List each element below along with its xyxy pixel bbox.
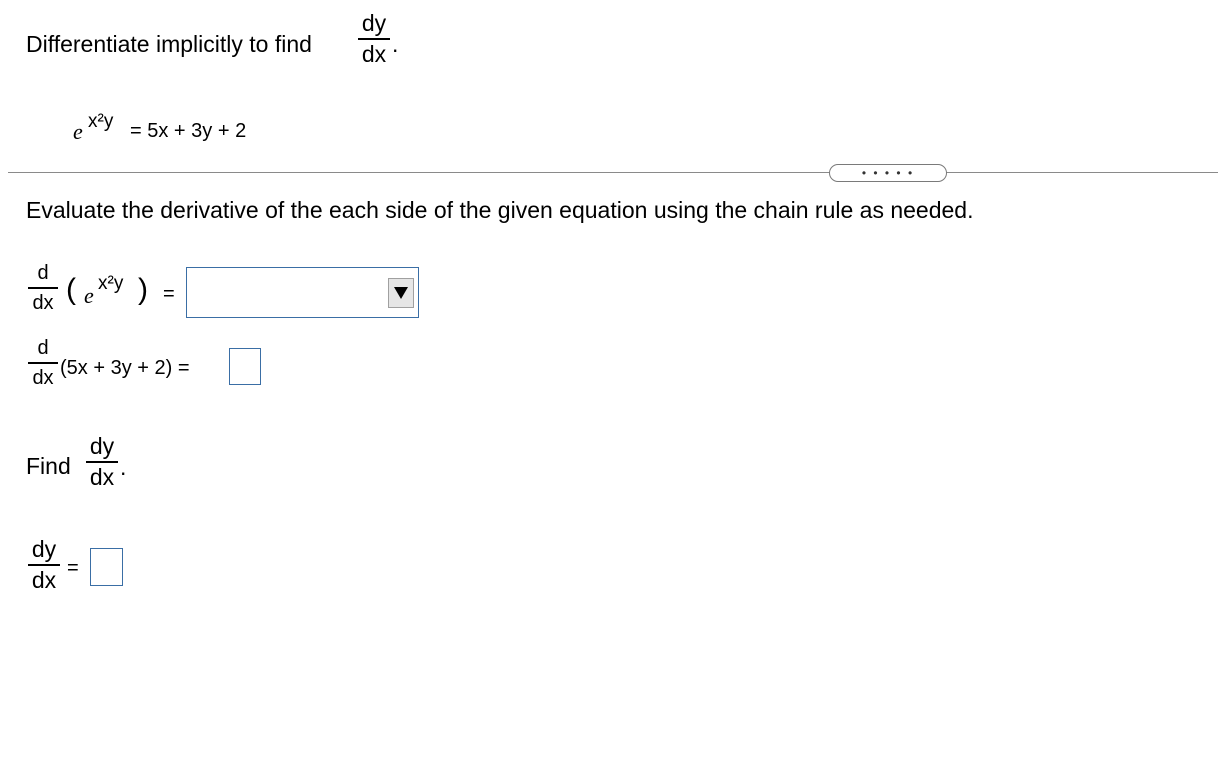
line1-exponent: x²y	[98, 273, 124, 294]
final-equals: =	[67, 557, 79, 579]
fraction-denominator: dx	[361, 41, 387, 67]
line1-e: e	[84, 283, 94, 308]
d-numerator: d	[37, 337, 49, 359]
final-dy-dx-fraction: dy dx	[28, 538, 60, 592]
d-numerator: d	[37, 262, 49, 284]
line2-expression: (5x + 3y + 2) =	[60, 357, 190, 379]
d-dx-operator: d dx	[28, 263, 58, 313]
equation-e: e	[73, 119, 83, 144]
fraction-denominator: dx	[31, 567, 57, 593]
chevron-down-icon	[394, 287, 408, 299]
period: .	[392, 31, 399, 57]
derivative-dropdown[interactable]	[186, 267, 419, 318]
show-more-button[interactable]: • • • • •	[829, 164, 947, 182]
fraction-bar	[28, 564, 60, 566]
dx-denominator: dx	[32, 367, 54, 389]
fraction-denominator: dx	[89, 464, 115, 490]
equation-rhs: = 5x + 3y + 2	[130, 120, 247, 142]
section-divider	[8, 172, 1218, 173]
find-dy-dx-fraction: dy dx	[86, 435, 118, 489]
expander-dots: • • • • •	[861, 166, 915, 180]
fraction-bar	[86, 461, 118, 463]
find-label: Find	[26, 453, 71, 479]
dy-dx-answer-input[interactable]	[90, 548, 123, 586]
find-period: .	[120, 454, 127, 480]
fraction-numerator: dy	[31, 536, 57, 562]
equation-exponent: x²y	[88, 111, 114, 132]
dropdown-arrow-button[interactable]	[388, 278, 414, 308]
fraction-numerator: dy	[361, 10, 387, 36]
fraction-bar	[28, 362, 58, 364]
d-dx-operator-2: d dx	[28, 338, 58, 388]
left-paren: (	[66, 273, 76, 306]
question-prompt: Differentiate implicitly to find	[26, 31, 312, 57]
fraction-bar	[358, 38, 390, 40]
step-instruction: Evaluate the derivative of the each side…	[26, 197, 974, 223]
line1-equals: =	[163, 283, 175, 305]
dy-dx-fraction: dy dx	[358, 12, 390, 66]
dx-denominator: dx	[32, 292, 54, 314]
rhs-derivative-input[interactable]	[229, 348, 261, 385]
fraction-numerator: dy	[89, 433, 115, 459]
fraction-bar	[28, 287, 58, 289]
right-paren: )	[138, 273, 148, 306]
